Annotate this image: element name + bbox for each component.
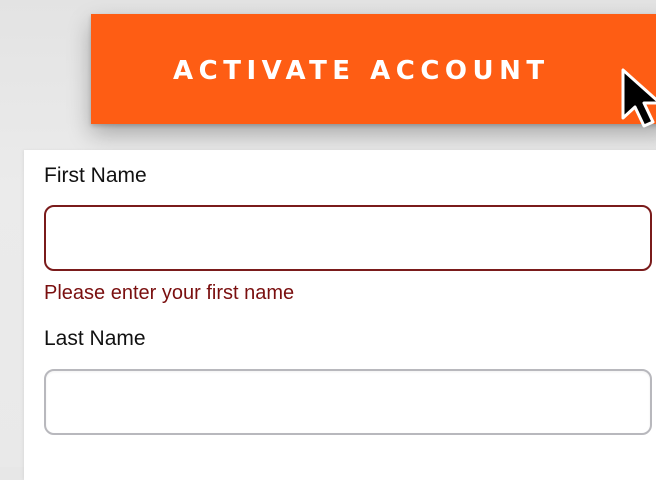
last-name-input[interactable] [44,369,652,435]
first-name-input[interactable] [44,205,652,271]
activate-account-button[interactable]: ACTIVATE ACCOUNT [91,14,656,124]
first-name-error-message: Please enter your first name [44,282,295,304]
first-name-label: First Name [44,164,147,187]
registration-form: First Name Please enter your first name … [24,150,656,480]
activate-account-label: ACTIVATE ACCOUNT [173,56,550,86]
last-name-label: Last Name [44,327,146,350]
